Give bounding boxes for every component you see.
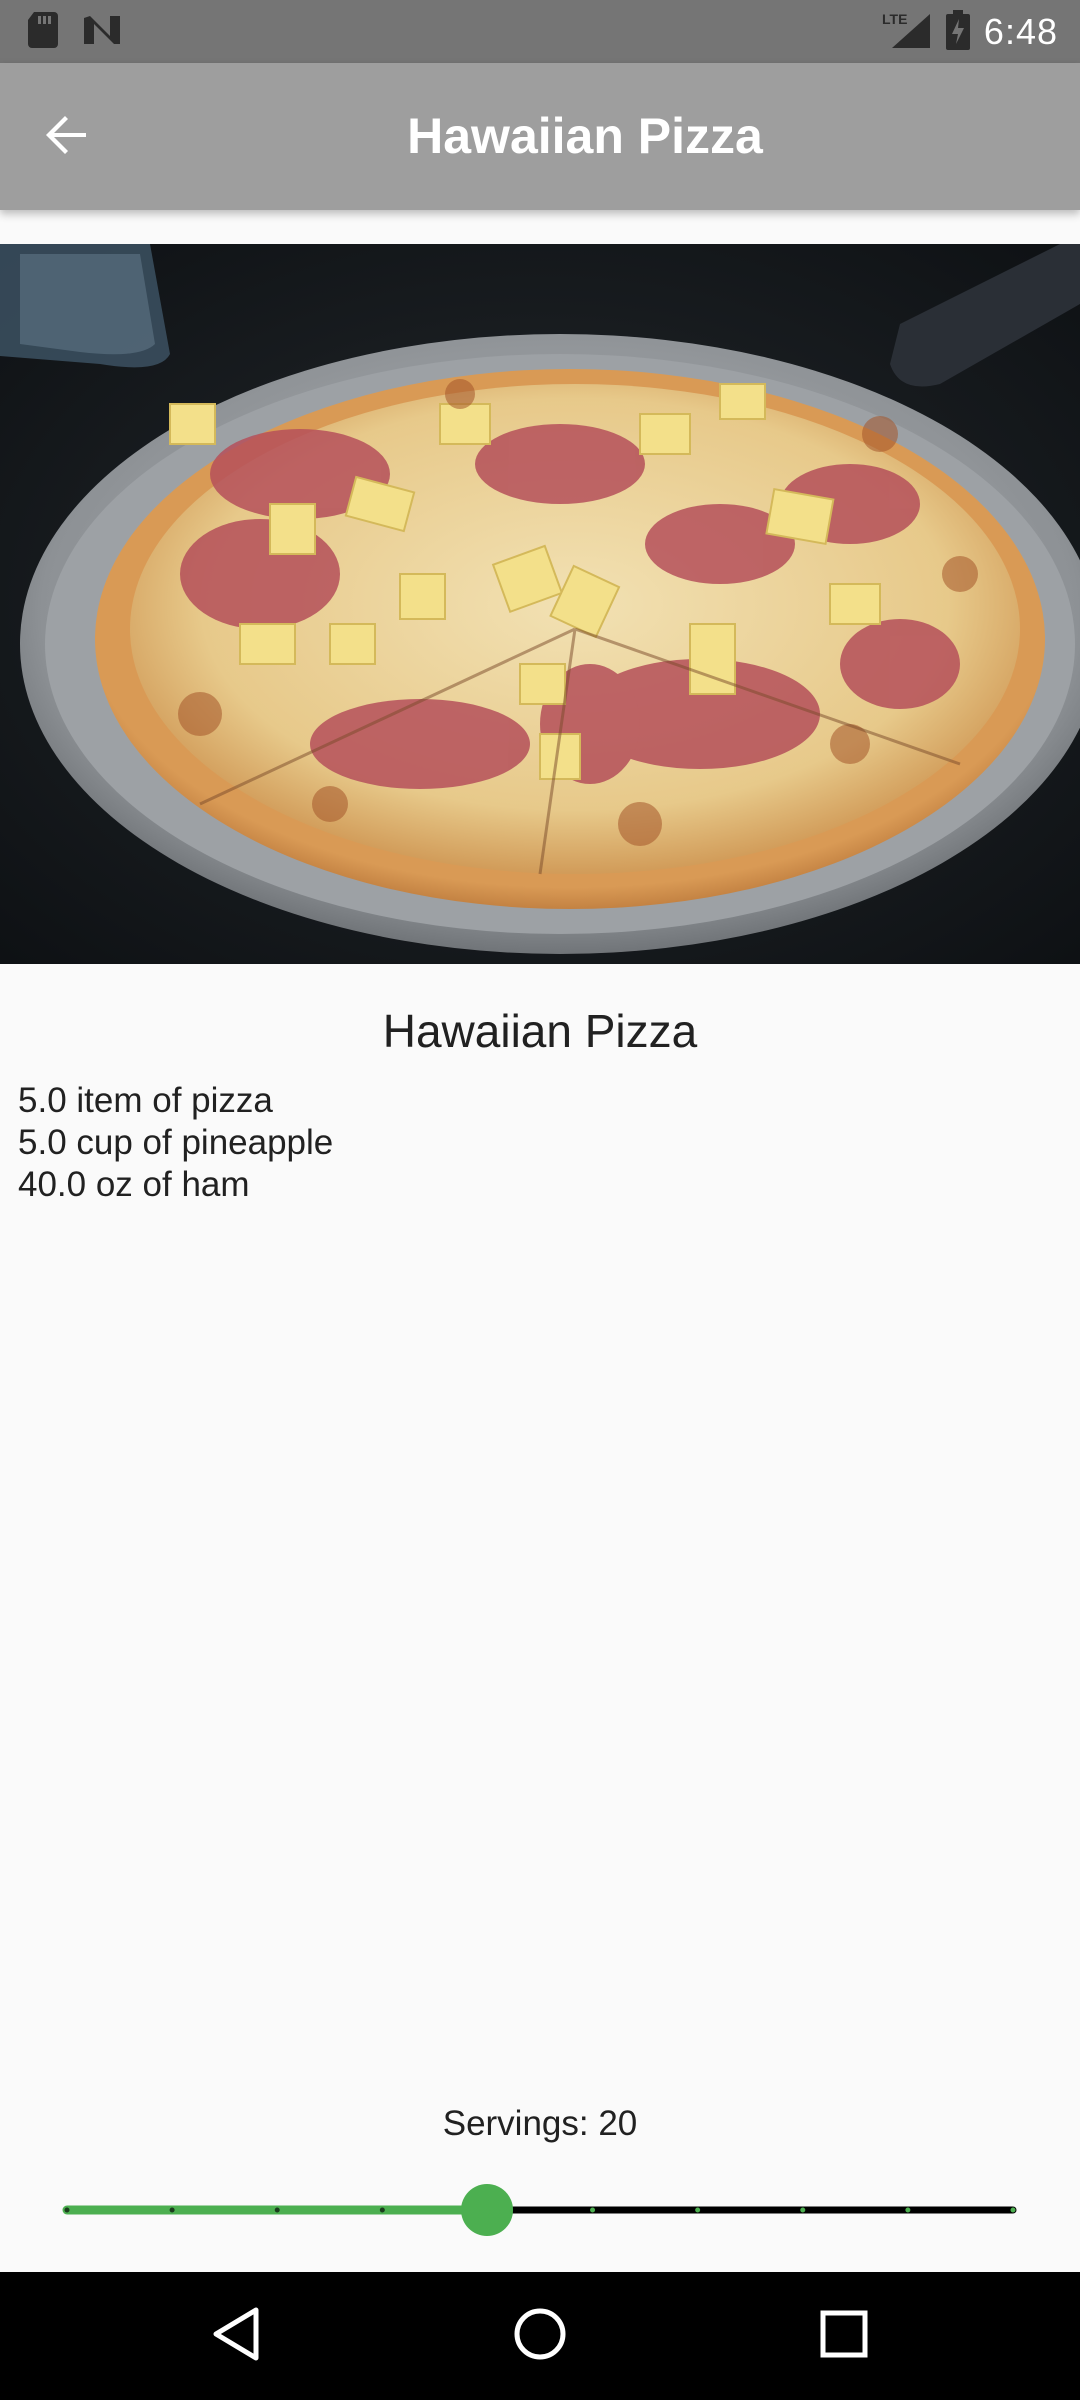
nav-home-button[interactable] [500,2296,580,2376]
screen: LTE 6:48 Hawaiian Pizza Hawaiian Pizza 5… [0,0,1080,2400]
nav-recents-icon [819,2309,869,2364]
slider-tick [169,2207,175,2213]
ingredient-item: 5.0 cup of pineapple [18,1123,334,1162]
ingredient-item: 5.0 item of pizza [18,1081,273,1120]
nav-recents-button[interactable] [804,2296,884,2376]
lte-signal-icon: LTE [882,10,932,55]
slider-tick [64,2207,70,2213]
svg-text:LTE: LTE [882,11,907,27]
slider-tick [905,2207,911,2213]
servings-label: Servings: 20 [442,2104,638,2143]
status-bar: LTE 6:48 [0,0,1080,63]
app-bar: Hawaiian Pizza [0,63,1080,210]
nav-back-button[interactable] [196,2296,276,2376]
slider-tick [1010,2207,1016,2213]
slider-tick [695,2207,701,2213]
servings-slider[interactable] [0,2170,1080,2250]
clock: 6:48 [983,11,1058,52]
battery-icon [945,9,970,55]
system-nav-bar [0,2272,1080,2400]
ingredient-list: 5.0 item of pizza 5.0 cup of pineapple 4… [18,1080,333,1206]
slider-tick [274,2207,280,2213]
nav-home-icon [512,2306,568,2367]
ingredient-item: 40.0 oz of ham [18,1165,250,1204]
sd-card-icon [28,11,58,53]
slider-tick [800,2207,806,2213]
status-left-icons [28,11,122,53]
status-right-icons: LTE 6:48 [882,9,1058,55]
n-notification-icon [82,14,122,51]
nav-back-icon [210,2306,262,2367]
slider-tick [379,2207,385,2213]
slider-thumb[interactable] [461,2184,514,2236]
recipe-title: Hawaiian Pizza [382,1005,698,1057]
slider-tick [590,2207,596,2213]
page-title: Hawaiian Pizza [407,108,763,164]
pizza-photo [0,244,1080,964]
